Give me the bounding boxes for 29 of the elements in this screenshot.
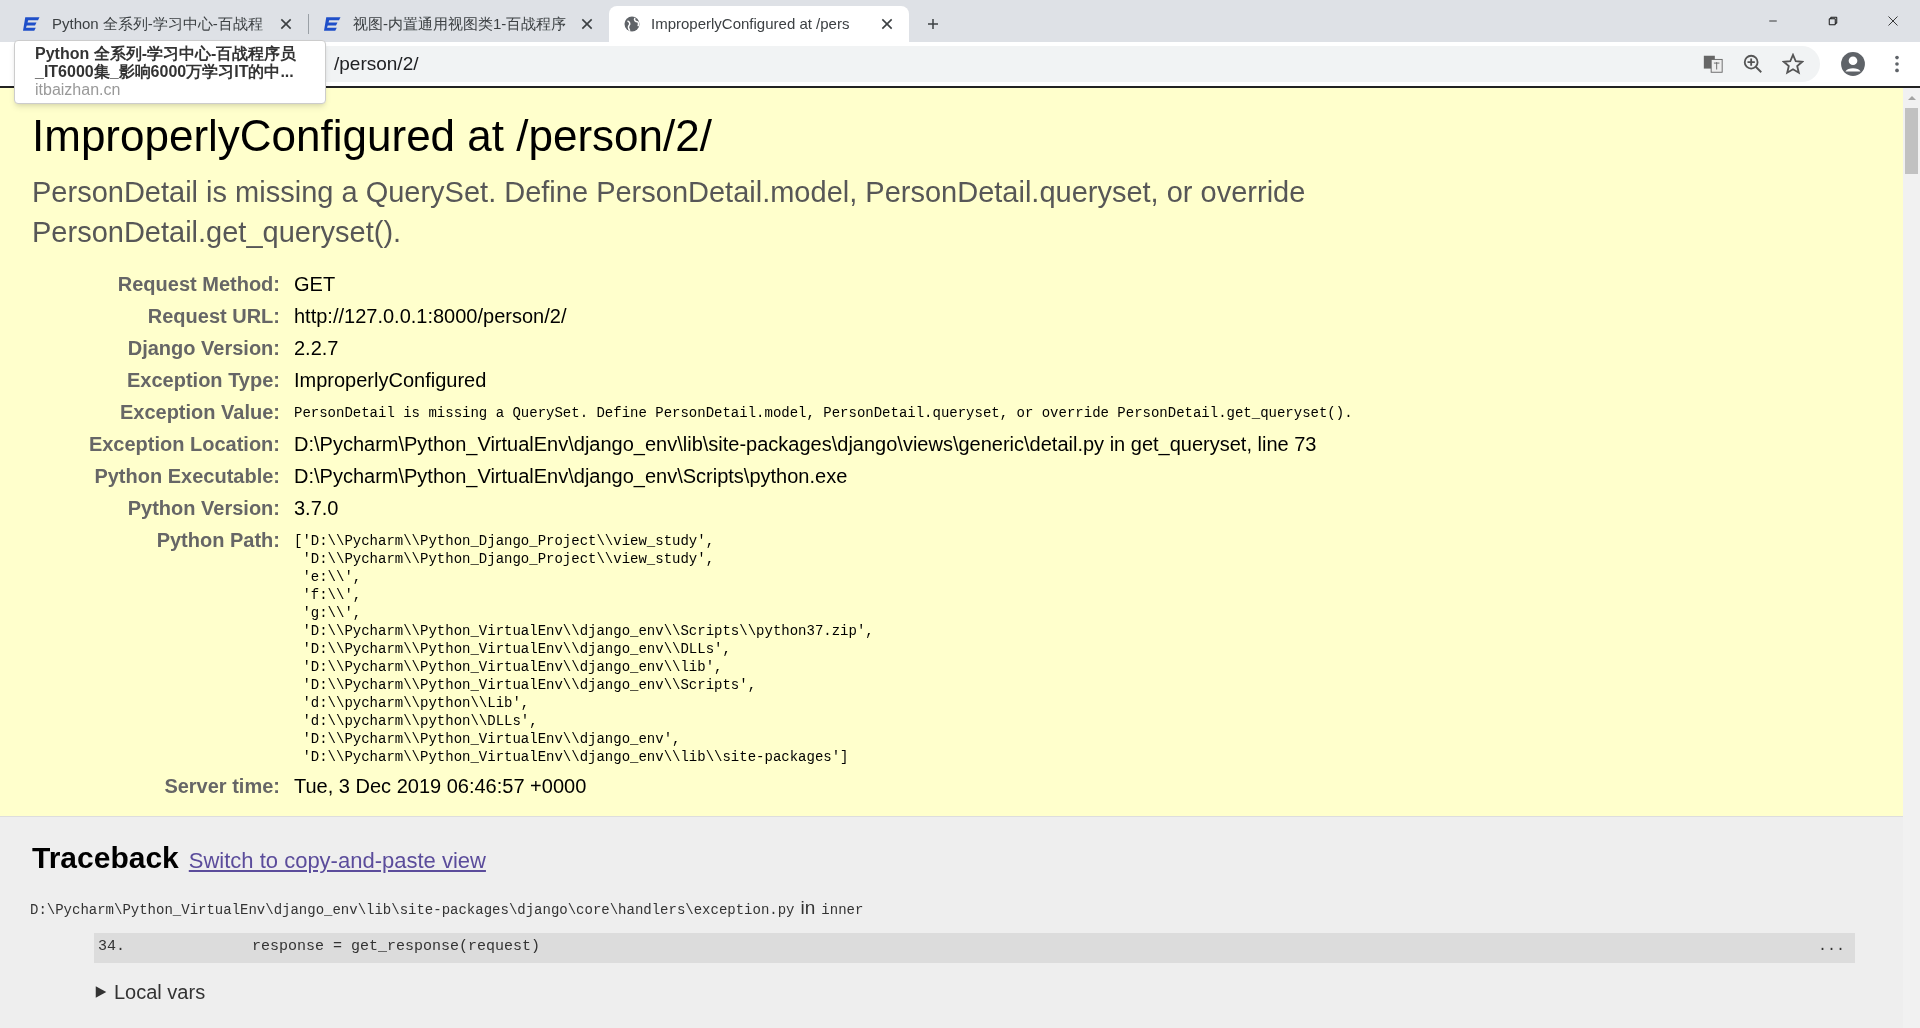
tooltip-url: itbaizhan.cn <box>35 81 122 99</box>
field-label: Server time: <box>163 774 280 799</box>
field-label: Exception Type: <box>126 368 280 393</box>
error-message: PersonDetail is missing a QuerySet. Define PersonDetail.model, PersonDetail.queryset, or override PersonDetail.get_queryset(). <box>32 175 1307 250</box>
field-value: ['D:\\Pycharm\\Python_Django_Project\\view_study', 'D:\\Pycharm\\Python_Django_Project\\view_study', 'e:\\', 'f:\\', 'g:\\', 'D:\\Pycharm\\Python_VirtualEnv\\django_env\\Scripts\\python37.zip', 'D:\\Pycharm\\Python_VirtualEnv\\django_env\\DLLs', 'D:\\Pycharm\\Python_VirtualEnv\\django_env\\lib', 'D:\\Pycharm\\Python_VirtualEnv\\django_env\\Scripts', 'd:\\pycharm\\python\\Lib', 'd:\\pycharm\\python\\DLLs', 'D:\\Pycharm\\Python_VirtualEnv\\django_env', 'D:\\Pycharm\\Python_VirtualEnv\\django_env\\lib\\site-packages'] <box>294 532 875 767</box>
field-label: Exception Value: <box>118 400 280 425</box>
code-text: response = get_response(request) <box>252 937 542 958</box>
frame-function: inner <box>821 901 864 920</box>
field-value: ImproperlyConfigured <box>294 368 488 393</box>
field-label: Request Method: <box>116 272 280 297</box>
field-value: 2.2.7 <box>294 336 340 361</box>
field-value: Tue, 3 Dec 2019 06:46:57 +0000 <box>294 774 588 799</box>
field-label: Exception Location: <box>87 432 280 457</box>
traceback-heading: Traceback <box>32 840 179 876</box>
frame-in: in <box>800 896 816 920</box>
field-value: 3.7.0 <box>294 496 340 521</box>
field-value: D:\Pycharm\Python_VirtualEnv\django_env\Scripts\python.exe <box>294 464 849 490</box>
field-label: Python Path: <box>155 528 280 553</box>
field-value: PersonDetail is missing a QuerySet. Define PersonDetail.model, PersonDetail.queryset, or override PersonDetail.get_queryset(). <box>294 404 1354 423</box>
field-label: Request URL: <box>146 304 280 329</box>
field-value: GET <box>294 272 337 297</box>
error-title: ImproperlyConfigured at /person/2/ <box>32 110 712 162</box>
field-value: http://127.0.0.1:8000/person/2/ <box>294 304 568 329</box>
field-value: D:\Pycharm\Python_VirtualEnv\django_env\lib\site-packages\django\views\generic\detail.py in get_queryset, line 73 <box>294 432 1318 458</box>
field-label: Python Version: <box>126 496 280 521</box>
frame-file: D:\Pycharm\Python_VirtualEnv\django_env\lib\site-packages\django\core\handlers\exception.py <box>30 901 795 920</box>
field-label: Django Version: <box>126 336 280 361</box>
line-number: 34. <box>98 937 126 958</box>
field-label: Python Executable: <box>93 464 280 489</box>
